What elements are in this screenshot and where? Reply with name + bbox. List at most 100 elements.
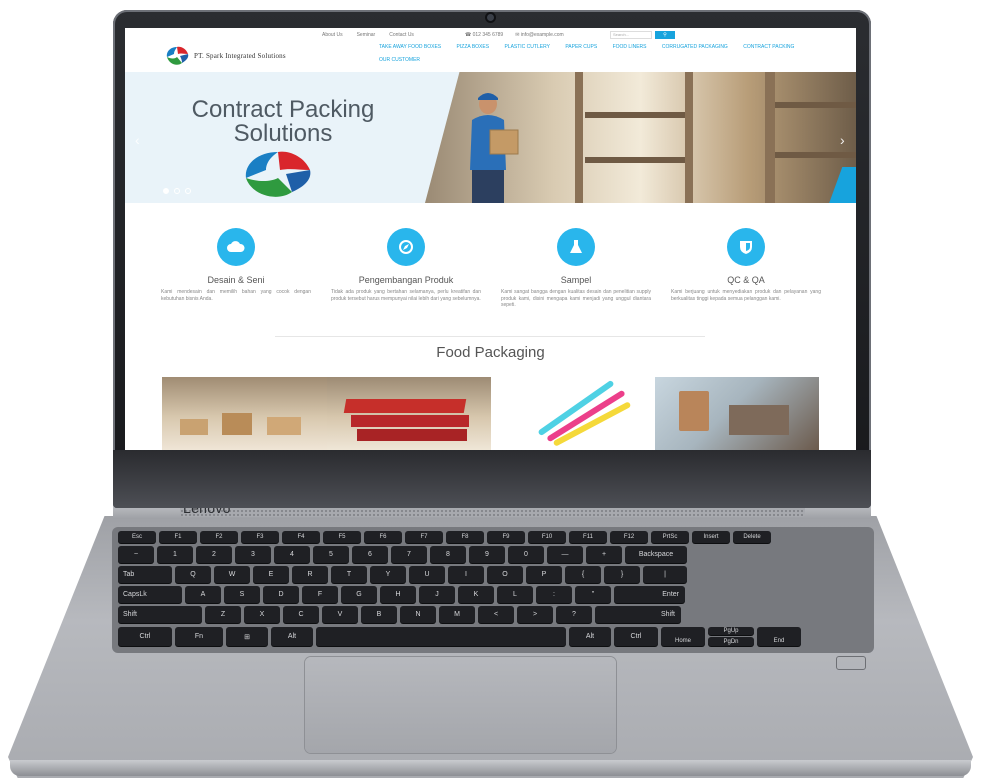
- key-v[interactable]: V: [322, 606, 358, 623]
- key-f10[interactable]: F10: [528, 531, 566, 543]
- slider-next-arrow[interactable]: ›: [840, 132, 845, 148]
- key-g[interactable]: G: [341, 586, 377, 603]
- key-u[interactable]: U: [409, 566, 445, 583]
- key-5[interactable]: 5: [313, 546, 349, 563]
- key-8[interactable]: 8: [430, 546, 466, 563]
- key-9[interactable]: 9: [469, 546, 505, 563]
- key-lt[interactable]: <: [478, 606, 514, 623]
- slider-prev-arrow[interactable]: ‹: [135, 132, 140, 148]
- key-pgdn[interactable]: PgDn: [708, 637, 754, 646]
- key-capslock[interactable]: CapsLk: [118, 586, 182, 603]
- key-tilde[interactable]: ~: [118, 546, 154, 563]
- key-alt-left[interactable]: Alt: [271, 627, 313, 646]
- key-h[interactable]: H: [380, 586, 416, 603]
- key-q[interactable]: Q: [175, 566, 211, 583]
- key-f1[interactable]: F1: [159, 531, 197, 543]
- nav-paper-cups[interactable]: PAPER CUPS: [565, 44, 597, 50]
- slider-dot[interactable]: [163, 188, 169, 194]
- key-n[interactable]: N: [400, 606, 436, 623]
- key-3[interactable]: 3: [235, 546, 271, 563]
- key-insert[interactable]: Insert: [692, 531, 730, 543]
- key-ctrl-right[interactable]: Ctrl: [614, 627, 658, 646]
- key-ctrl-left[interactable]: Ctrl: [118, 627, 172, 646]
- nav-corrugated-packaging[interactable]: CORRUGATED PACKAGING: [662, 44, 728, 50]
- key-backspace[interactable]: Backspace: [625, 546, 687, 563]
- key-pgup[interactable]: PgUp: [708, 627, 754, 635]
- key-question[interactable]: ?: [556, 606, 592, 623]
- key-t[interactable]: T: [331, 566, 367, 583]
- key-f9[interactable]: F9: [487, 531, 525, 543]
- key-backslash[interactable]: |: [643, 566, 687, 583]
- key-d[interactable]: D: [263, 586, 299, 603]
- key-plus[interactable]: +: [586, 546, 622, 563]
- product-plastic-cutlery[interactable]: [491, 377, 655, 450]
- key-minus[interactable]: —: [547, 546, 583, 563]
- key-b[interactable]: B: [361, 606, 397, 623]
- key-w[interactable]: W: [214, 566, 250, 583]
- key-j[interactable]: J: [419, 586, 455, 603]
- link-seminar[interactable]: Seminar: [357, 32, 376, 38]
- key-f11[interactable]: F11: [569, 531, 607, 543]
- key-prtsc[interactable]: PrtSc: [651, 531, 689, 543]
- key-shift-left[interactable]: Shift: [118, 606, 202, 623]
- key-f6[interactable]: F6: [364, 531, 402, 543]
- key-fn[interactable]: Fn: [175, 627, 223, 646]
- key-7[interactable]: 7: [391, 546, 427, 563]
- key-o[interactable]: O: [487, 566, 523, 583]
- key-windows[interactable]: ⊞: [226, 627, 268, 646]
- key-f12[interactable]: F12: [610, 531, 648, 543]
- link-about-us[interactable]: About Us: [322, 32, 343, 38]
- key-r[interactable]: R: [292, 566, 328, 583]
- key-f8[interactable]: F8: [446, 531, 484, 543]
- nav-take-away-food-boxes[interactable]: TAKE AWAY FOOD BOXES: [379, 44, 441, 50]
- key-l[interactable]: L: [497, 586, 533, 603]
- key-z[interactable]: Z: [205, 606, 241, 623]
- nav-our-customer[interactable]: OUR CUSTOMER: [379, 57, 420, 63]
- key-4[interactable]: 4: [274, 546, 310, 563]
- product-take-away-boxes[interactable]: [162, 377, 327, 450]
- key-i[interactable]: I: [448, 566, 484, 583]
- key-e[interactable]: E: [253, 566, 289, 583]
- key-enter[interactable]: Enter: [614, 586, 685, 603]
- key-bracket-right[interactable]: }: [604, 566, 640, 583]
- product-paper-cups[interactable]: [655, 377, 819, 450]
- search-input[interactable]: Search...: [610, 31, 652, 39]
- key-2[interactable]: 2: [196, 546, 232, 563]
- key-6[interactable]: 6: [352, 546, 388, 563]
- key-0[interactable]: 0: [508, 546, 544, 563]
- key-m[interactable]: M: [439, 606, 475, 623]
- key-space[interactable]: [316, 627, 566, 646]
- key-c[interactable]: C: [283, 606, 319, 623]
- product-pizza-boxes[interactable]: [327, 377, 491, 450]
- key-k[interactable]: K: [458, 586, 494, 603]
- site-logo[interactable]: PT. Spark Integrated Solutions: [164, 45, 286, 67]
- key-f[interactable]: F: [302, 586, 338, 603]
- key-p[interactable]: P: [526, 566, 562, 583]
- nav-food-liners[interactable]: FOOD LINERS: [613, 44, 647, 50]
- key-x[interactable]: X: [244, 606, 280, 623]
- touchpad[interactable]: [305, 657, 616, 753]
- slider-dot[interactable]: [185, 188, 191, 194]
- key-gt[interactable]: >: [517, 606, 553, 623]
- key-f3[interactable]: F3: [241, 531, 279, 543]
- search-button[interactable]: ⚲: [655, 31, 675, 39]
- key-f4[interactable]: F4: [282, 531, 320, 543]
- key-delete[interactable]: Delete: [733, 531, 771, 543]
- key-esc[interactable]: Esc: [118, 531, 156, 543]
- nav-pizza-boxes[interactable]: PIZZA BOXES: [457, 44, 490, 50]
- key-bracket-left[interactable]: {: [565, 566, 601, 583]
- key-tab[interactable]: Tab: [118, 566, 172, 583]
- nav-plastic-cutlery[interactable]: PLASTIC CUTLERY: [504, 44, 549, 50]
- link-contact-us[interactable]: Contact Us: [389, 32, 414, 38]
- key-f7[interactable]: F7: [405, 531, 443, 543]
- key-f2[interactable]: F2: [200, 531, 238, 543]
- key-colon[interactable]: :: [536, 586, 572, 603]
- nav-contract-packing[interactable]: CONTRACT PACKING: [743, 44, 794, 50]
- key-s[interactable]: S: [224, 586, 260, 603]
- key-quote[interactable]: ": [575, 586, 611, 603]
- key-f5[interactable]: F5: [323, 531, 361, 543]
- key-home[interactable]: Home: [661, 627, 705, 646]
- key-y[interactable]: Y: [370, 566, 406, 583]
- slider-dot[interactable]: [174, 188, 180, 194]
- key-end[interactable]: End: [757, 627, 801, 646]
